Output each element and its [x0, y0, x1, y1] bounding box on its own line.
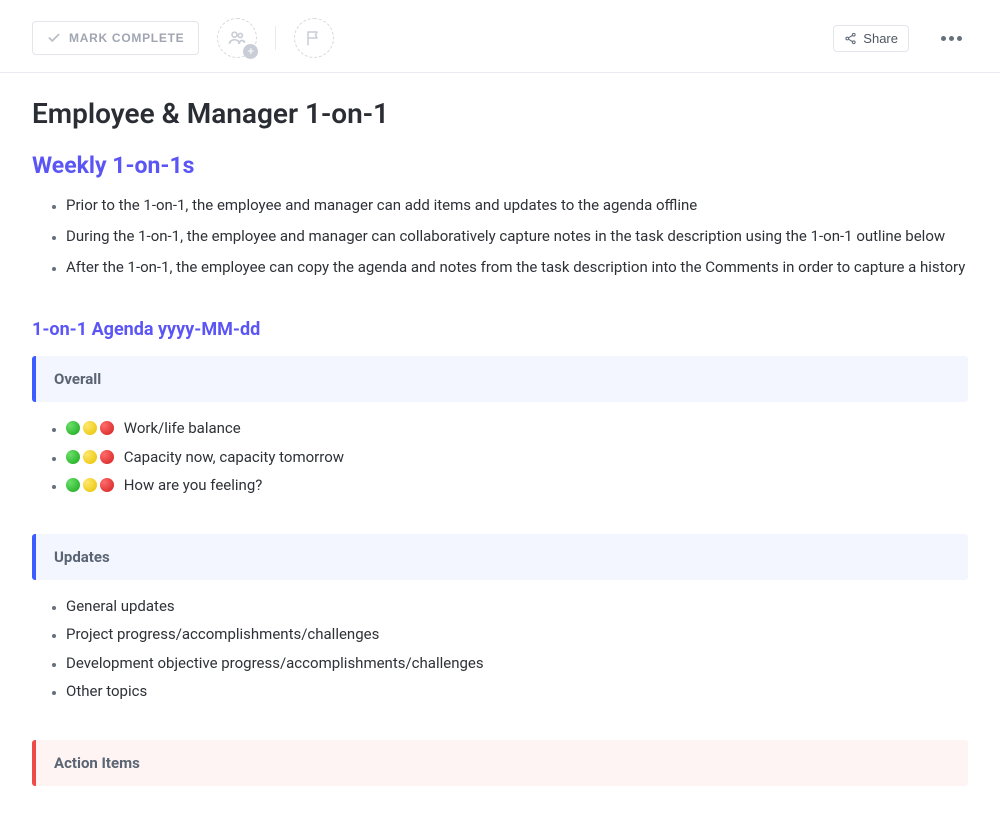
list-item-text: Work/life balance: [124, 419, 241, 437]
traffic-light-icon: [66, 478, 114, 492]
list-item[interactable]: After the 1-on-1, the employee can copy …: [66, 255, 968, 280]
intro-list: Prior to the 1-on-1, the employee and ma…: [32, 193, 968, 279]
block-action-label: Action Items: [54, 754, 140, 772]
assignee-add-button[interactable]: +: [217, 18, 257, 58]
list-item[interactable]: Other topics: [66, 677, 968, 706]
list-item-text: How are you feeling?: [124, 476, 263, 494]
dot-icon: [941, 36, 946, 41]
updates-list: General updates Project progress/accompl…: [32, 592, 968, 706]
list-item[interactable]: Prior to the 1-on-1, the employee and ma…: [66, 193, 968, 218]
plus-icon: +: [243, 44, 258, 59]
list-item-text: Capacity now, capacity tomorrow: [124, 448, 344, 466]
section-agenda-heading[interactable]: 1-on-1 Agenda yyyy-MM-dd: [32, 319, 968, 340]
people-icon: [227, 28, 247, 48]
block-updates-label: Updates: [54, 548, 110, 566]
mark-complete-label: MARK COMPLETE: [69, 31, 184, 45]
flag-icon: [305, 29, 323, 47]
share-icon: [844, 32, 857, 45]
share-button[interactable]: Share: [833, 25, 909, 52]
page-title[interactable]: Employee & Manager 1-on-1: [32, 97, 968, 130]
block-updates[interactable]: Updates: [32, 534, 968, 580]
traffic-light-icon: [66, 421, 114, 435]
mark-complete-button[interactable]: MARK COMPLETE: [32, 21, 199, 55]
overall-list: Work/life balance Capacity now, capacity…: [32, 414, 968, 500]
list-item[interactable]: Development objective progress/accomplis…: [66, 649, 968, 678]
list-item[interactable]: General updates: [66, 592, 968, 621]
priority-button[interactable]: [294, 18, 334, 58]
block-overall-label: Overall: [54, 370, 101, 388]
dot-icon: [949, 36, 954, 41]
traffic-light-icon: [66, 450, 114, 464]
block-action-items[interactable]: Action Items: [32, 740, 968, 786]
more-menu-button[interactable]: [935, 30, 968, 47]
dot-icon: [957, 36, 962, 41]
document-body: Employee & Manager 1-on-1 Weekly 1-on-1s…: [0, 73, 1000, 826]
list-item[interactable]: Project progress/accomplishments/challen…: [66, 620, 968, 649]
toolbar: MARK COMPLETE + Share: [0, 0, 1000, 73]
list-item[interactable]: Capacity now, capacity tomorrow: [66, 443, 968, 472]
section-weekly-heading[interactable]: Weekly 1-on-1s: [32, 152, 968, 179]
toolbar-separator: [275, 26, 276, 50]
block-overall[interactable]: Overall: [32, 356, 968, 402]
share-label: Share: [863, 31, 898, 46]
check-icon: [47, 31, 61, 45]
list-item[interactable]: Work/life balance: [66, 414, 968, 443]
list-item[interactable]: How are you feeling?: [66, 471, 968, 500]
list-item[interactable]: During the 1-on-1, the employee and mana…: [66, 224, 968, 249]
